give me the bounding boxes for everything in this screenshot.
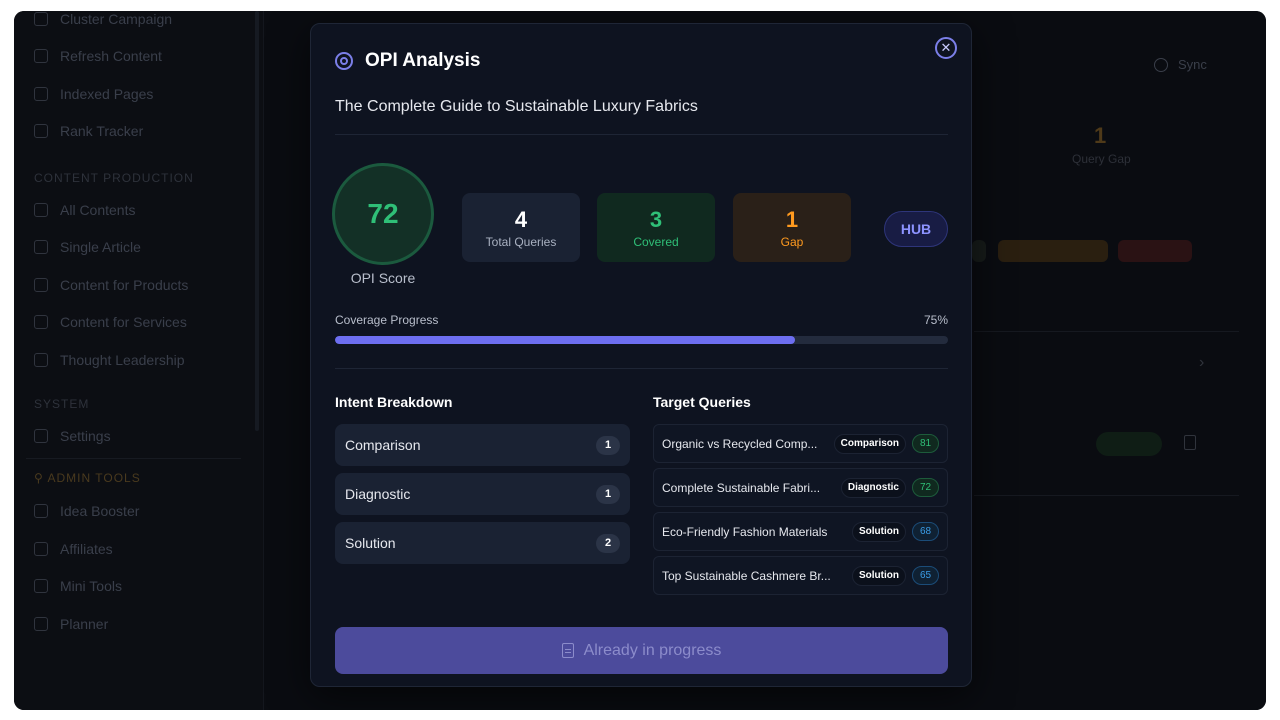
intent-count: 1 (596, 435, 620, 455)
intent-item-comparison[interactable]: Comparison 1 (335, 424, 630, 466)
stat-gap: 1 Gap (733, 193, 851, 262)
opi-analysis-modal: ✕ OPI Analysis The Complete Guide to Sus… (310, 23, 972, 687)
sidebar-item-cluster-campaign[interactable]: Cluster Campaign (34, 11, 172, 30)
bar-chart-icon (34, 124, 48, 138)
sidebar-item-all-contents[interactable]: All Contents (34, 199, 135, 221)
sidebar-section-content: CONTENT PRODUCTION (34, 171, 194, 185)
query-intent-tag: Solution (852, 565, 906, 586)
sidebar-item-planner[interactable]: Planner (34, 613, 108, 635)
sidebar-item-rank-tracker[interactable]: Rank Tracker (34, 120, 143, 142)
query-gap-value: 1 (1094, 123, 1107, 148)
intent-breakdown-title: Intent Breakdown (335, 394, 453, 410)
sidebar-section-admin: ⚲ ADMIN TOOLS (34, 471, 141, 485)
query-text: Organic vs Recycled Comp... (662, 436, 818, 451)
stat-covered: 3 Covered (597, 193, 715, 262)
stat-label: Gap (780, 235, 804, 249)
already-in-progress-button[interactable]: Already in progress (335, 627, 948, 674)
intent-count: 2 (596, 533, 620, 553)
opi-score-label: OPI Score (350, 270, 416, 286)
target-icon (335, 52, 353, 70)
query-score-badge: 68 (912, 522, 939, 541)
query-intent-tag: Solution (852, 521, 906, 542)
tag-icon (34, 240, 48, 254)
sidebar: Cluster Campaign Refresh Content Indexed… (14, 11, 264, 710)
query-intent-tag: Diagnostic (840, 477, 906, 498)
sidebar-section-system: SYSTEM (34, 397, 90, 411)
query-item[interactable]: Top Sustainable Cashmere Br... Solution … (653, 556, 948, 595)
sparkle-icon (34, 315, 48, 329)
coverage-progress-bar (335, 336, 948, 344)
sidebar-item-mini-tools[interactable]: Mini Tools (34, 575, 122, 597)
query-score-badge: 81 (912, 434, 939, 453)
query-score-badge: 72 (912, 478, 939, 497)
target-queries-title: Target Queries (653, 394, 751, 410)
query-gap-label: Query Gap (1072, 152, 1131, 166)
sidebar-item-indexed-pages[interactable]: Indexed Pages (34, 83, 153, 105)
calendar-icon (34, 617, 48, 631)
query-text: Top Sustainable Cashmere Br... (662, 568, 831, 583)
document-icon (561, 643, 574, 658)
query-item[interactable]: Eco-Friendly Fashion Materials Solution … (653, 512, 948, 551)
sidebar-item-refresh-content[interactable]: Refresh Content (34, 45, 162, 67)
folder-icon (34, 278, 48, 292)
divider (335, 134, 948, 135)
coverage-progress-percent: 75% (923, 313, 948, 327)
intent-name: Comparison (345, 437, 421, 453)
trash-icon[interactable] (1184, 435, 1196, 450)
intent-name: Solution (345, 535, 396, 551)
close-button[interactable]: ✕ (935, 37, 957, 59)
wrench-icon (34, 579, 48, 593)
stat-value: 1 (785, 207, 799, 232)
query-text: Complete Sustainable Fabri... (662, 480, 821, 495)
opi-score-value: 72 (367, 198, 399, 229)
status-pill (1118, 240, 1192, 262)
stat-value: 3 (649, 207, 663, 232)
sidebar-item-single-article[interactable]: Single Article (34, 236, 141, 258)
chat-icon (34, 353, 48, 367)
hub-badge[interactable]: HUB (884, 211, 948, 247)
query-item[interactable]: Complete Sustainable Fabri... Diagnostic… (653, 468, 948, 507)
folder-icon (34, 203, 48, 217)
refresh-icon (34, 49, 48, 63)
query-text: Eco-Friendly Fashion Materials (662, 524, 828, 539)
modal-title: OPI Analysis (365, 50, 481, 71)
intent-count: 1 (596, 484, 620, 504)
person-icon (34, 12, 48, 26)
database-icon (34, 87, 48, 101)
sidebar-item-affiliates[interactable]: Affiliates (34, 538, 113, 560)
intent-item-solution[interactable]: Solution 2 (335, 522, 630, 564)
status-pill (998, 240, 1108, 262)
sidebar-item-content-services[interactable]: Content for Services (34, 311, 187, 333)
query-score-badge: 65 (912, 566, 939, 585)
users-icon (34, 542, 48, 556)
chevron-right-icon[interactable]: › (1199, 354, 1204, 372)
app-window: Cluster Campaign Refresh Content Indexed… (14, 11, 1266, 710)
query-item[interactable]: Organic vs Recycled Comp... Comparison 8… (653, 424, 948, 463)
bolt-icon (34, 504, 48, 518)
sidebar-item-thought-leadership[interactable]: Thought Leadership (34, 349, 185, 371)
sidebar-scrollbar[interactable] (255, 11, 259, 431)
gear-icon (34, 429, 48, 443)
intent-item-diagnostic[interactable]: Diagnostic 1 (335, 473, 630, 515)
divider (335, 368, 948, 369)
stat-value: 4 (514, 207, 528, 232)
query-intent-tag: Comparison (833, 433, 906, 454)
sidebar-item-settings[interactable]: Settings (34, 425, 111, 447)
stat-label: Total Queries (485, 235, 557, 249)
sync-icon (1154, 57, 1168, 72)
modal-subtitle: The Complete Guide to Sustainable Luxury… (335, 98, 698, 115)
coverage-progress-label: Coverage Progress (335, 313, 439, 327)
status-pill (972, 240, 986, 262)
modal-header: OPI Analysis (335, 50, 480, 72)
coverage-progress-fill (335, 336, 795, 344)
sidebar-item-content-products[interactable]: Content for Products (34, 274, 188, 296)
intent-name: Diagnostic (345, 486, 411, 502)
stat-total-queries: 4 Total Queries (462, 193, 580, 262)
sidebar-item-idea-booster[interactable]: Idea Booster (34, 500, 139, 522)
sync-button[interactable]: Sync (1154, 57, 1207, 72)
status-badge (1096, 432, 1162, 456)
opi-score-ring: 72 (332, 163, 434, 265)
sidebar-divider (26, 458, 241, 459)
stat-label: Covered (633, 235, 679, 249)
